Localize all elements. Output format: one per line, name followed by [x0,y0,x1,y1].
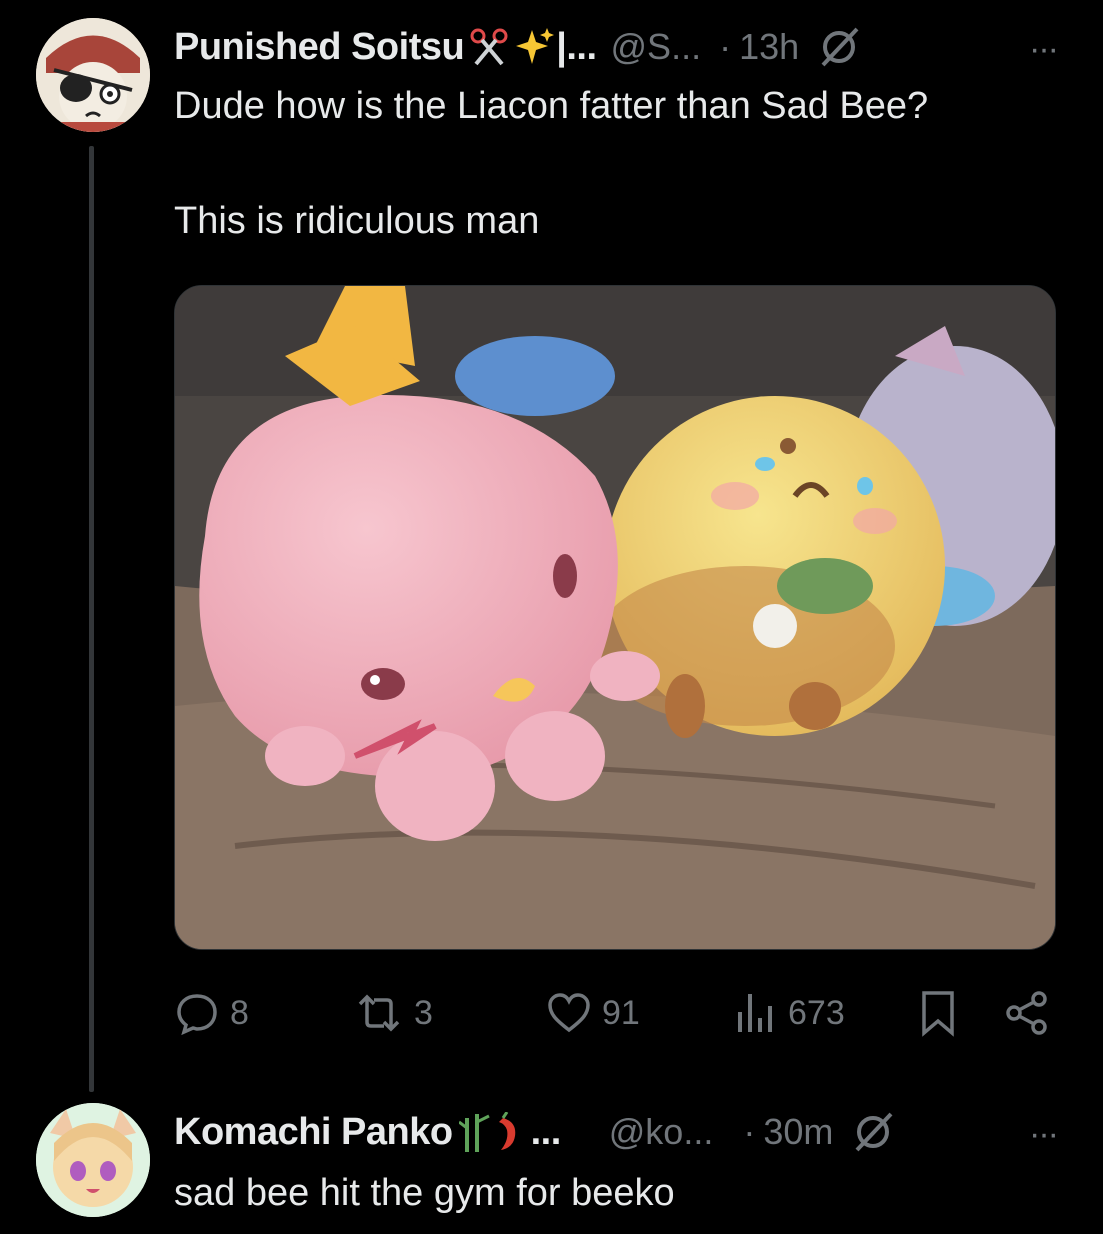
repost-icon [354,990,404,1036]
tweet-header: Punished Soitsu |... @S... · 13h ··· [174,22,1059,72]
grok-icon[interactable] [851,1110,895,1154]
bookmark-button[interactable] [918,985,958,1041]
avatar[interactable] [36,1103,150,1217]
tweet-text-line: Dude how is the Liacon fatter than Sad B… [174,85,929,127]
view-count: 673 [788,993,845,1032]
more-options-icon[interactable]: ··· [1029,30,1059,69]
heart-icon [546,990,592,1036]
more-options-icon[interactable]: ··· [1029,1115,1059,1154]
tweet-header: Komachi Panko ... @ko... · 30m ··· [174,1107,1059,1157]
reply-icon [174,990,220,1036]
scissors-icon [470,28,508,66]
name-suffix: |... [556,25,597,68]
share-button[interactable] [1004,985,1050,1041]
thread-line [89,146,94,1092]
views-button[interactable]: 673 [734,985,845,1041]
like-count: 91 [602,993,640,1032]
reply-button[interactable]: 8 [174,985,249,1041]
chili-icon [493,1112,523,1152]
grok-icon[interactable] [817,25,861,69]
display-name[interactable]: Komachi Panko [174,1111,453,1154]
handle[interactable]: @S... [611,26,702,68]
like-button[interactable]: 91 [546,985,640,1041]
separator-dot: · [743,1111,756,1152]
timestamp[interactable]: 13h [739,26,799,68]
tweet-actions: 8 3 91 673 [174,985,1054,1041]
tweet-image[interactable] [174,285,1056,950]
sparkles-icon [514,26,556,68]
bookmark-icon [918,989,958,1037]
separator-dot: · [719,26,732,67]
views-icon [734,990,778,1036]
name-suffix: ... [530,1110,562,1153]
handle[interactable]: @ko... [609,1111,714,1153]
bamboo-icon [458,1112,493,1152]
timestamp[interactable]: 30m [763,1111,833,1153]
display-name[interactable]: Punished Soitsu [174,26,465,69]
reply-count: 8 [230,993,249,1032]
share-icon [1004,989,1050,1037]
tweet-text: sad bee hit the gym for beeko [174,1172,675,1214]
avatar[interactable] [36,18,150,132]
repost-count: 3 [414,993,433,1032]
repost-button[interactable]: 3 [354,985,433,1041]
tweet-text-line: This is ridiculous man [174,200,540,242]
